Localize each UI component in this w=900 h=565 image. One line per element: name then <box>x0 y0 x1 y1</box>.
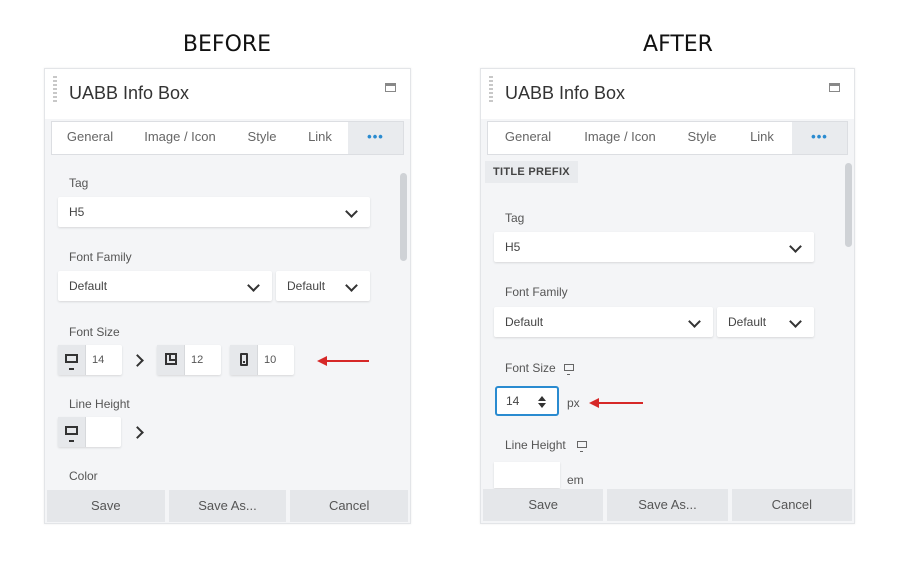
line-height-input[interactable] <box>494 462 560 488</box>
tag-label: Tag <box>69 176 89 190</box>
drag-handle-icon[interactable] <box>53 76 57 104</box>
tab-image-icon[interactable]: Image / Icon <box>128 122 232 154</box>
panel-title: UABB Info Box <box>69 83 190 103</box>
mobile-device-button[interactable] <box>230 345 258 375</box>
after-settings-panel: UABB Info Box General Image / Icon Style… <box>480 68 855 524</box>
maximize-icon[interactable] <box>385 83 396 92</box>
tab-general[interactable]: General <box>52 122 128 154</box>
font-size-value: 14 <box>506 394 520 408</box>
color-label: Color <box>69 469 98 483</box>
maximize-icon[interactable] <box>829 83 840 92</box>
tab-bar: General Image / Icon Style Link ••• <box>51 121 404 155</box>
spin-up-icon[interactable] <box>538 396 546 401</box>
chevron-right-icon[interactable] <box>131 426 144 439</box>
font-family-value: Default <box>505 315 544 329</box>
chevron-down-icon <box>345 279 358 292</box>
cancel-button[interactable]: Cancel <box>731 489 852 521</box>
tag-label: Tag <box>505 211 525 225</box>
save-button[interactable]: Save <box>47 490 165 522</box>
desktop-device-button[interactable] <box>58 417 86 447</box>
font-family-select[interactable]: Default <box>58 271 272 301</box>
cancel-button[interactable]: Cancel <box>290 490 409 522</box>
desktop-icon[interactable] <box>564 364 574 375</box>
font-size-unit[interactable]: px <box>567 396 580 410</box>
panel-title: UABB Info Box <box>505 83 626 103</box>
font-size-mobile-field[interactable]: 10 <box>230 345 294 375</box>
desktop-icon <box>65 354 78 370</box>
tag-select[interactable]: H5 <box>494 232 814 262</box>
tab-more[interactable]: ••• <box>348 122 403 154</box>
tag-select-value: H5 <box>69 205 85 219</box>
tab-style[interactable]: Style <box>672 122 732 154</box>
font-family-value: Default <box>69 279 108 293</box>
save-as-button[interactable]: Save As... <box>168 490 287 522</box>
panel-footer: Save Save As... Cancel <box>483 489 852 521</box>
tab-link[interactable]: Link <box>732 122 792 154</box>
line-height-label: Line Height <box>69 397 130 411</box>
chevron-down-icon <box>789 315 802 328</box>
font-size-tablet-value: 12 <box>191 354 204 366</box>
tab-bar: General Image / Icon Style Link ••• <box>487 121 848 155</box>
line-height-field[interactable] <box>58 417 121 447</box>
annotation-arrow <box>317 356 369 366</box>
font-size-desktop-field[interactable]: 14 <box>58 345 122 375</box>
save-as-button[interactable]: Save As... <box>607 489 728 521</box>
chevron-down-icon <box>789 240 802 253</box>
tag-select[interactable]: H5 <box>58 197 370 227</box>
font-size-desktop-value: 14 <box>92 354 105 366</box>
chevron-down-icon <box>247 279 260 292</box>
section-title-prefix: TITLE PREFIX <box>485 161 578 183</box>
font-weight-select[interactable]: Default <box>276 271 370 301</box>
before-settings-panel: UABB Info Box General Image / Icon Style… <box>44 68 411 524</box>
line-height-label: Line Height <box>505 438 566 452</box>
before-caption: BEFORE <box>182 32 272 57</box>
spin-down-icon[interactable] <box>538 403 546 408</box>
save-button[interactable]: Save <box>483 489 604 521</box>
chevron-down-icon <box>688 315 701 328</box>
font-weight-value: Default <box>728 315 767 329</box>
scrollbar-thumb[interactable] <box>845 163 852 247</box>
font-size-mobile-value: 10 <box>264 354 277 366</box>
mobile-icon <box>240 353 248 366</box>
panel-header: UABB Info Box <box>481 69 854 119</box>
font-weight-select[interactable]: Default <box>717 307 814 337</box>
after-caption: AFTER <box>643 32 713 57</box>
scrollbar-thumb[interactable] <box>400 173 407 261</box>
tablet-icon <box>165 353 177 365</box>
tab-image-icon[interactable]: Image / Icon <box>568 122 672 154</box>
line-height-unit[interactable]: em <box>567 473 584 487</box>
panel-footer: Save Save As... Cancel <box>47 490 409 522</box>
tag-select-value: H5 <box>505 240 521 254</box>
tab-link[interactable]: Link <box>292 122 348 154</box>
chevron-right-icon[interactable] <box>131 354 144 367</box>
tab-more[interactable]: ••• <box>792 122 847 154</box>
font-weight-value: Default <box>287 279 326 293</box>
font-size-label: Font Size <box>69 325 120 339</box>
font-size-input[interactable]: 14 <box>495 386 559 416</box>
font-family-label: Font Family <box>505 285 568 299</box>
drag-handle-icon[interactable] <box>489 76 493 104</box>
tab-style[interactable]: Style <box>232 122 292 154</box>
desktop-device-button[interactable] <box>58 345 86 375</box>
font-size-tablet-field[interactable]: 12 <box>157 345 221 375</box>
tab-general[interactable]: General <box>488 122 568 154</box>
chevron-down-icon <box>345 205 358 218</box>
tablet-device-button[interactable] <box>157 345 185 375</box>
panel-header: UABB Info Box <box>45 69 410 119</box>
annotation-arrow <box>589 398 643 408</box>
desktop-icon <box>65 426 78 442</box>
font-size-label: Font Size <box>505 361 556 375</box>
font-family-label: Font Family <box>69 250 132 264</box>
desktop-icon[interactable] <box>577 441 587 452</box>
font-family-select[interactable]: Default <box>494 307 713 337</box>
